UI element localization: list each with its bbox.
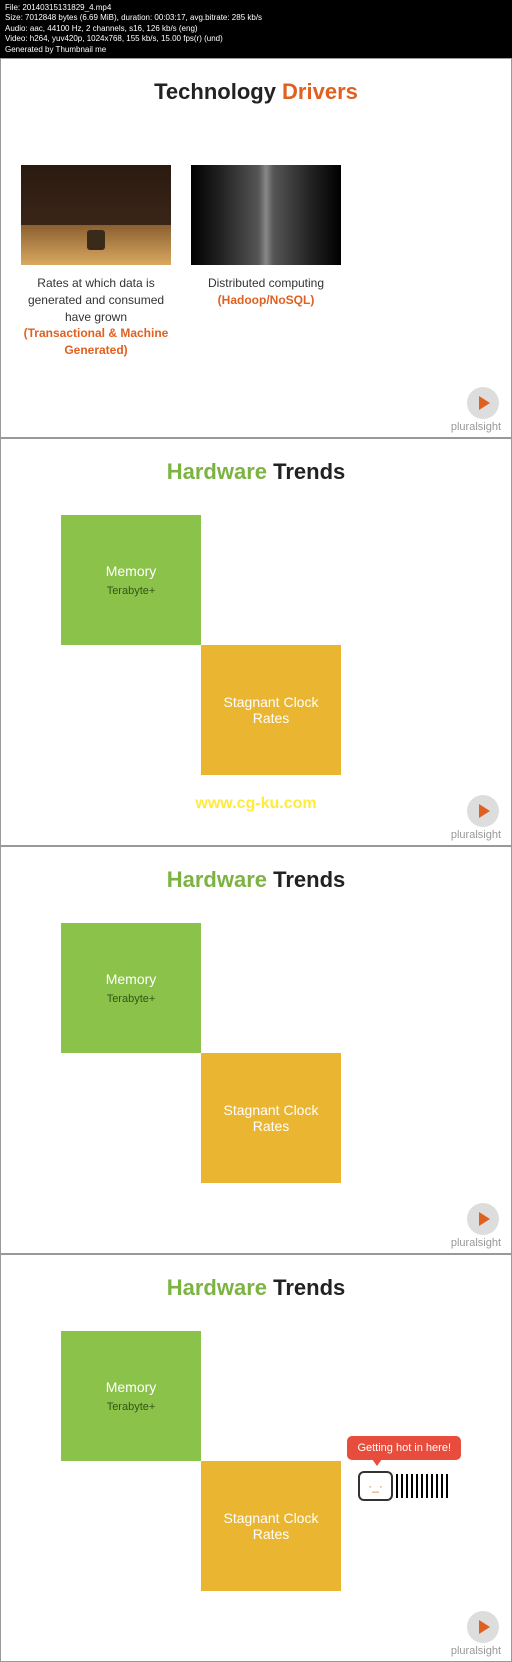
- title-accent: Hardware: [167, 867, 267, 892]
- box-subtitle: Terabyte+: [107, 1401, 156, 1413]
- box-title: Stagnant Clock Rates: [209, 694, 333, 726]
- box-title: Memory: [106, 971, 157, 987]
- title-rest: Trends: [267, 459, 345, 484]
- title-accent: Hardware: [167, 1275, 267, 1300]
- play-button-icon[interactable]: [467, 387, 499, 419]
- box-subtitle: Terabyte+: [107, 585, 156, 597]
- column-right: Distributed computing (Hadoop/NoSQL): [191, 165, 341, 359]
- memory-box: Memory Terabyte+: [61, 515, 201, 645]
- clock-rates-box: Stagnant Clock Rates: [201, 645, 341, 775]
- library-image: [21, 165, 171, 265]
- box-title: Stagnant Clock Rates: [209, 1510, 333, 1542]
- slide-title: Hardware Trends: [21, 459, 491, 485]
- cpu-chip-icon: [358, 1471, 393, 1501]
- slide-title: Hardware Trends: [21, 1275, 491, 1301]
- box-title: Memory: [106, 563, 157, 579]
- servers-image: [191, 165, 341, 265]
- slide-hardware-trends-1: Hardware Trends Memory Terabyte+ Stagnan…: [0, 438, 512, 846]
- diagram-container: Memory Terabyte+ Stagnant Clock Rates: [21, 923, 491, 1203]
- title-pre: Technology: [154, 79, 282, 104]
- caption-highlight: (Transactional & Machine Generated): [21, 325, 171, 359]
- caption-text: Distributed computing: [191, 275, 341, 292]
- memory-box: Memory Terabyte+: [61, 923, 201, 1053]
- brand-label: pluralsight: [451, 421, 501, 433]
- play-button-icon[interactable]: [467, 1203, 499, 1235]
- title-rest: Trends: [267, 1275, 345, 1300]
- meta-line: File: 20140315131829_4.mp4: [5, 3, 507, 13]
- slide-hardware-trends-2: Hardware Trends Memory Terabyte+ Stagnan…: [0, 846, 512, 1254]
- caption-highlight: (Hadoop/NoSQL): [191, 292, 341, 309]
- title-accent: Drivers: [282, 79, 358, 104]
- title-accent: Hardware: [167, 459, 267, 484]
- slide-title: Technology Drivers: [21, 79, 491, 105]
- caption-text: Rates at which data is generated and con…: [21, 275, 171, 325]
- diagram-container: Memory Terabyte+ Stagnant Clock Rates Ge…: [21, 1331, 491, 1611]
- slide-hardware-trends-3: Hardware Trends Memory Terabyte+ Stagnan…: [0, 1254, 512, 1662]
- box-subtitle: Terabyte+: [107, 993, 156, 1005]
- meta-line: Audio: aac, 44100 Hz, 2 channels, s16, 1…: [5, 24, 507, 34]
- slide-title: Hardware Trends: [21, 867, 491, 893]
- meta-line: Size: 7012848 bytes (6.69 MiB), duration…: [5, 13, 507, 23]
- brand-label: pluralsight: [451, 829, 501, 841]
- cpu-hot-graphic: [358, 1471, 451, 1501]
- two-column-layout: Rates at which data is generated and con…: [21, 165, 491, 359]
- file-metadata: File: 20140315131829_4.mp4 Size: 7012848…: [0, 0, 512, 58]
- diagram-container: Memory Terabyte+ Stagnant Clock Rates: [21, 515, 491, 795]
- memory-box: Memory Terabyte+: [61, 1331, 201, 1461]
- speech-bubble: Getting hot in here!: [347, 1436, 461, 1460]
- title-rest: Trends: [267, 867, 345, 892]
- box-title: Memory: [106, 1379, 157, 1395]
- heatsink-icon: [396, 1474, 451, 1498]
- watermark-text: www.cg-ku.com: [195, 795, 316, 813]
- play-button-icon[interactable]: [467, 795, 499, 827]
- slide-technology-drivers: Technology Drivers Rates at which data i…: [0, 58, 512, 438]
- clock-rates-box: Stagnant Clock Rates: [201, 1461, 341, 1591]
- clock-rates-box: Stagnant Clock Rates: [201, 1053, 341, 1183]
- meta-line: Generated by Thumbnail me: [5, 45, 507, 55]
- meta-line: Video: h264, yuv420p, 1024x768, 155 kb/s…: [5, 34, 507, 44]
- brand-label: pluralsight: [451, 1237, 501, 1249]
- play-button-icon[interactable]: [467, 1611, 499, 1643]
- box-title: Stagnant Clock Rates: [209, 1102, 333, 1134]
- brand-label: pluralsight: [451, 1645, 501, 1657]
- column-left: Rates at which data is generated and con…: [21, 165, 171, 359]
